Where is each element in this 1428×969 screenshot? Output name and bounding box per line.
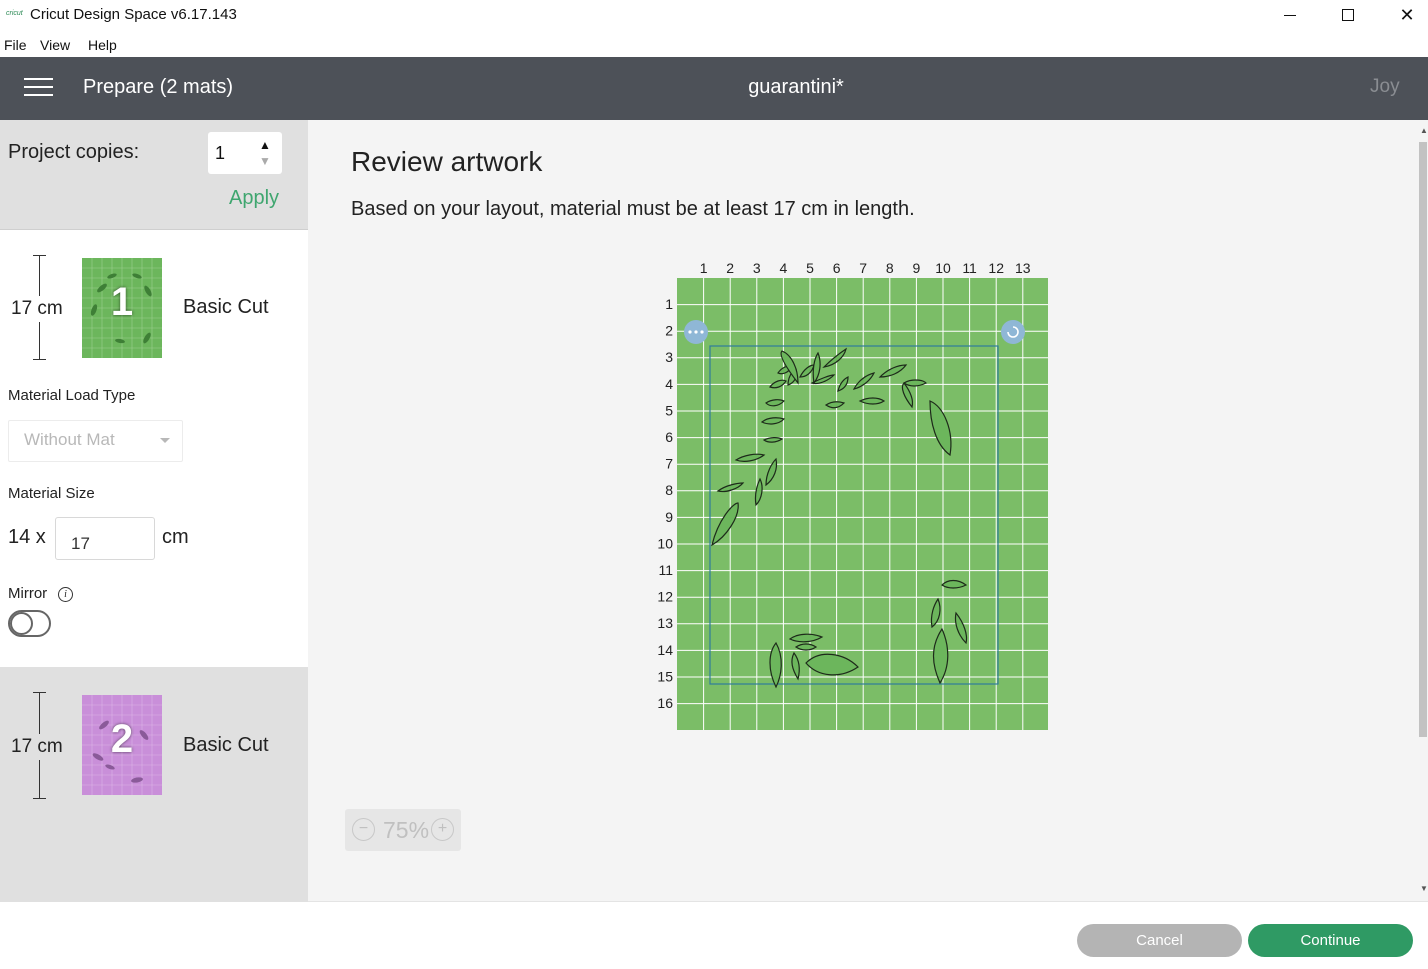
column-label: 2 (726, 260, 734, 276)
column-label: 8 (886, 260, 894, 276)
row-label: 8 (665, 482, 673, 498)
zoom-in-icon[interactable]: + (431, 818, 454, 841)
title-bar: cricut Cricut Design Space v6.17.143 ✕ (0, 0, 1428, 30)
row-label: 4 (665, 376, 673, 392)
column-label: 4 (780, 260, 788, 276)
column-label: 9 (913, 260, 921, 276)
mirror-label: Mirror (8, 585, 48, 602)
row-label: 10 (657, 535, 673, 551)
row-label: 3 (665, 349, 673, 365)
maximize-icon[interactable] (1319, 0, 1377, 30)
column-label: 6 (833, 260, 841, 276)
material-load-value: Without Mat (24, 430, 115, 449)
material-load-select[interactable]: Without Mat (8, 420, 183, 462)
zoom-out-icon[interactable]: − (352, 818, 375, 841)
mat-number: 2 (110, 717, 134, 761)
page-title: Review artwork (351, 146, 543, 177)
project-copies-panel: Project copies: ▲ ▼ Apply (0, 120, 308, 230)
row-label: 13 (657, 615, 673, 631)
close-icon[interactable]: ✕ (1378, 0, 1428, 30)
action-footer: Cancel Continue (308, 901, 1428, 969)
row-label: 1 (665, 296, 673, 312)
mirror-toggle[interactable] (8, 610, 51, 637)
material-load-label: Material Load Type (8, 387, 136, 404)
column-label: 12 (988, 260, 1004, 276)
row-label: 2 (665, 323, 673, 339)
mat-thumbnail-1[interactable]: 1 (82, 258, 162, 358)
row-label: 6 (665, 429, 673, 445)
scroll-down-arrow-icon[interactable]: ▼ (1420, 884, 1428, 893)
dot (688, 330, 692, 334)
mat-preview[interactable]: 1 2 3 4 5 6 7 8 9 10 11 12 13 1234567891011121314151… (648, 255, 1058, 735)
menu-bar: File View Help (0, 30, 1428, 57)
info-icon[interactable]: i (58, 587, 73, 602)
project-name: guarantini* (748, 76, 844, 98)
row-label: 5 (665, 402, 673, 418)
column-label: 7 (859, 260, 867, 276)
zoom-control: − 75% + (345, 809, 461, 851)
row-label: 11 (658, 562, 673, 578)
mat-material-name: Basic Cut (183, 296, 269, 318)
material-size-unit: cm (162, 526, 189, 548)
row-label: 15 (657, 668, 673, 684)
column-label: 11 (962, 260, 977, 276)
row-label: 16 (657, 695, 673, 711)
leaf-shape (858, 397, 886, 405)
menu-view[interactable]: View (40, 37, 70, 53)
scrollbar-thumb[interactable] (1419, 142, 1427, 737)
menu-file[interactable]: File (4, 37, 27, 53)
zoom-level: 75% (383, 817, 430, 843)
material-size-label: Material Size (8, 485, 95, 502)
dot (700, 330, 704, 334)
rotate-icon[interactable] (1001, 320, 1025, 344)
row-label: 7 (665, 456, 673, 472)
project-copies-input[interactable] (208, 132, 258, 174)
increment-arrow-icon[interactable]: ▲ (259, 138, 271, 152)
mat-number: 1 (110, 280, 134, 324)
column-labels: 1 2 3 4 5 6 7 8 9 10 11 12 13 (700, 260, 1031, 276)
leaf-shape (794, 643, 818, 651)
scroll-up-arrow-icon[interactable]: ▲ (1420, 126, 1428, 135)
sidebar-bottom-spacer (0, 902, 308, 969)
row-label: 12 (657, 589, 673, 605)
row-label: 9 (665, 509, 673, 525)
apply-button[interactable]: Apply (229, 187, 279, 210)
continue-button[interactable]: Continue (1248, 924, 1413, 957)
app-header: Prepare (2 mats) guarantini* Joy (0, 57, 1428, 120)
column-label: 10 (935, 260, 951, 276)
dot (694, 330, 698, 334)
page-subtitle: Based on your layout, material must be a… (351, 198, 915, 220)
minimize-icon[interactable] (1261, 0, 1319, 30)
mat-card-1[interactable]: 17 cm 1 Basic Cut Material Load Type Wit… (0, 230, 308, 667)
column-label: 5 (806, 260, 814, 276)
cancel-button[interactable]: Cancel (1077, 924, 1242, 957)
column-label: 13 (1015, 260, 1031, 276)
mat-card-2[interactable]: 17 cm 2 Basic Cut (0, 667, 308, 902)
material-length-input[interactable] (55, 517, 155, 560)
review-panel: Review artwork Based on your layout, mat… (308, 120, 1428, 901)
project-copies-stepper: ▲ ▼ (208, 132, 282, 174)
row-label: 14 (657, 642, 673, 658)
mat-material-name: Basic Cut (183, 734, 269, 756)
row-labels: 12345678910111213141516 (657, 296, 673, 711)
menu-help[interactable]: Help (88, 37, 117, 53)
chevron-down-icon (160, 438, 170, 443)
mat-thumbnail-2[interactable]: 2 (82, 695, 162, 795)
column-label: 3 (753, 260, 761, 276)
column-label: 1 (700, 260, 708, 276)
toggle-knob (10, 612, 33, 635)
material-width: 14 x (8, 526, 46, 548)
decrement-arrow-icon[interactable]: ▼ (259, 154, 271, 168)
machine-name[interactable]: Joy (1370, 76, 1400, 98)
window-title: Cricut Design Space v6.17.143 (30, 6, 237, 23)
mat-sidebar: Project copies: ▲ ▼ Apply 17 cm (0, 120, 308, 969)
mat-length-label: 17 cm (11, 296, 63, 322)
mat-length-label: 17 cm (11, 734, 63, 760)
project-copies-label: Project copies: (8, 141, 140, 163)
app-logo: cricut (6, 10, 23, 17)
